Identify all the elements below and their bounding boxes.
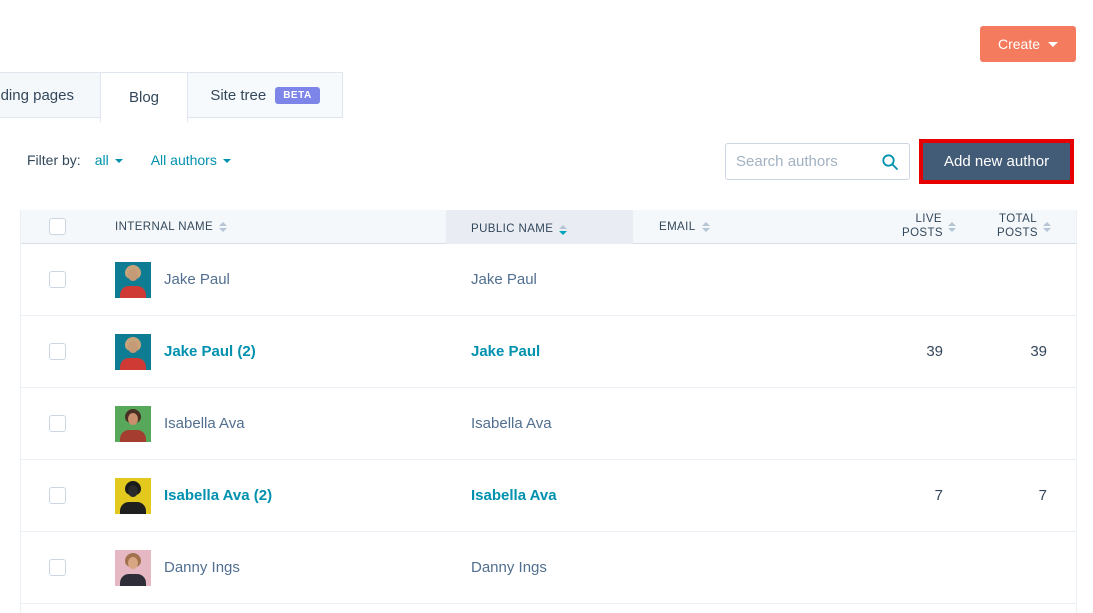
tab-site-tree[interactable]: Site tree BETA bbox=[187, 72, 343, 118]
row-select-cell bbox=[21, 487, 96, 504]
sort-icon[interactable] bbox=[702, 222, 710, 232]
author-avatar bbox=[115, 478, 151, 514]
internal-name-cell: Jake Paul bbox=[96, 262, 446, 298]
public-name[interactable]: Jake Paul bbox=[471, 343, 540, 360]
filter-dropdown-label: all bbox=[95, 152, 109, 168]
create-button-label: Create bbox=[998, 36, 1040, 52]
public-name[interactable]: Isabella Ava bbox=[471, 487, 557, 504]
internal-name[interactable]: Jake Paul (2) bbox=[164, 343, 256, 360]
select-all-checkbox[interactable] bbox=[49, 218, 66, 235]
table-body: Jake Paul Jake Paul Jake Paul (2) bbox=[21, 244, 1076, 604]
add-new-author-button[interactable]: Add new author bbox=[923, 143, 1070, 180]
tab-label: Site tree bbox=[210, 87, 266, 104]
public-name-cell: Danny Ings bbox=[446, 559, 633, 576]
table-row: Danny Ings Danny Ings bbox=[21, 532, 1076, 604]
table-header-row: INTERNAL NAME PUBLIC NAME EMAIL LIVE POS… bbox=[21, 210, 1076, 244]
column-label: EMAIL bbox=[659, 221, 696, 233]
total-posts-value: 7 bbox=[1039, 487, 1047, 504]
page: Create ding pages Blog Site tree BETA Fi… bbox=[0, 0, 1093, 613]
filter-bar: Filter by: all All authors bbox=[27, 152, 259, 168]
row-select-cell bbox=[21, 559, 96, 576]
search-icon[interactable] bbox=[881, 153, 899, 171]
column-header-total-posts[interactable]: TOTAL POSTS bbox=[956, 213, 1051, 239]
column-label: LIVE POSTS bbox=[902, 213, 942, 239]
row-select-cell bbox=[21, 343, 96, 360]
public-name-cell: Jake Paul bbox=[446, 271, 633, 288]
column-header-internal-name[interactable]: INTERNAL NAME bbox=[96, 221, 446, 233]
sort-icon-active[interactable] bbox=[559, 225, 567, 235]
sort-icon[interactable] bbox=[1043, 222, 1051, 232]
red-annotation-highlight: Add new author bbox=[919, 139, 1074, 184]
row-checkbox[interactable] bbox=[49, 343, 66, 360]
public-name: Danny Ings bbox=[471, 559, 547, 576]
internal-name: Jake Paul bbox=[164, 271, 230, 288]
live-posts-value: 39 bbox=[926, 343, 943, 360]
public-name: Jake Paul bbox=[471, 271, 537, 288]
filter-dropdown-label: All authors bbox=[151, 152, 217, 168]
table-row: Jake Paul Jake Paul bbox=[21, 244, 1076, 316]
column-label: PUBLIC NAME bbox=[471, 223, 553, 235]
author-avatar bbox=[115, 550, 151, 586]
internal-name: Danny Ings bbox=[164, 559, 240, 576]
row-checkbox[interactable] bbox=[49, 271, 66, 288]
column-header-email[interactable]: EMAIL bbox=[633, 221, 891, 233]
row-checkbox[interactable] bbox=[49, 415, 66, 432]
live-posts-cell: 39 bbox=[891, 343, 956, 360]
row-select-cell bbox=[21, 271, 96, 288]
column-header-live-posts[interactable]: LIVE POSTS bbox=[891, 213, 956, 239]
internal-name-cell: Isabella Ava bbox=[96, 406, 446, 442]
tab-blog[interactable]: Blog bbox=[100, 72, 188, 122]
author-avatar bbox=[115, 406, 151, 442]
select-all-cell bbox=[21, 218, 96, 235]
tab-landing-pages[interactable]: ding pages bbox=[0, 72, 101, 118]
sort-icon[interactable] bbox=[948, 222, 956, 232]
table-row: Isabella Ava Isabella Ava bbox=[21, 388, 1076, 460]
live-posts-cell: 7 bbox=[891, 487, 956, 504]
public-name: Isabella Ava bbox=[471, 415, 552, 432]
search-authors-input[interactable] bbox=[736, 153, 881, 170]
filter-dropdown-all[interactable]: all bbox=[95, 152, 123, 168]
total-posts-cell: 7 bbox=[956, 487, 1051, 504]
internal-name-cell: Isabella Ava (2) bbox=[96, 478, 446, 514]
public-name-cell: Isabella Ava bbox=[446, 415, 633, 432]
chevron-down-icon bbox=[1048, 42, 1058, 47]
authors-table: INTERNAL NAME PUBLIC NAME EMAIL LIVE POS… bbox=[20, 210, 1077, 613]
internal-name-cell: Danny Ings bbox=[96, 550, 446, 586]
author-avatar bbox=[115, 334, 151, 370]
tab-label: Blog bbox=[129, 89, 159, 106]
column-label: INTERNAL NAME bbox=[115, 221, 213, 233]
chevron-down-icon bbox=[115, 159, 123, 163]
author-avatar bbox=[115, 262, 151, 298]
partial-next-row bbox=[21, 604, 1076, 613]
filter-by-label: Filter by: bbox=[27, 152, 81, 168]
internal-name-cell: Jake Paul (2) bbox=[96, 334, 446, 370]
internal-name: Isabella Ava bbox=[164, 415, 245, 432]
create-button[interactable]: Create bbox=[980, 26, 1076, 62]
sort-icon[interactable] bbox=[219, 222, 227, 232]
public-name-cell: Jake Paul bbox=[446, 343, 633, 360]
search-authors-box bbox=[725, 143, 910, 180]
total-posts-value: 39 bbox=[1030, 343, 1047, 360]
filter-dropdown-authors[interactable]: All authors bbox=[151, 152, 231, 168]
beta-badge: BETA bbox=[275, 87, 319, 104]
public-name-cell: Isabella Ava bbox=[446, 487, 633, 504]
table-row: Isabella Ava (2) Isabella Ava 7 7 bbox=[21, 460, 1076, 532]
live-posts-value: 7 bbox=[935, 487, 943, 504]
column-label: TOTAL POSTS bbox=[997, 213, 1037, 239]
total-posts-cell: 39 bbox=[956, 343, 1051, 360]
table-row: Jake Paul (2) Jake Paul 39 39 bbox=[21, 316, 1076, 388]
internal-name[interactable]: Isabella Ava (2) bbox=[164, 487, 272, 504]
row-select-cell bbox=[21, 415, 96, 432]
row-checkbox[interactable] bbox=[49, 559, 66, 576]
column-header-public-name[interactable]: PUBLIC NAME bbox=[446, 210, 633, 244]
row-checkbox[interactable] bbox=[49, 487, 66, 504]
chevron-down-icon bbox=[223, 159, 231, 163]
tab-label: ding pages bbox=[1, 87, 74, 104]
